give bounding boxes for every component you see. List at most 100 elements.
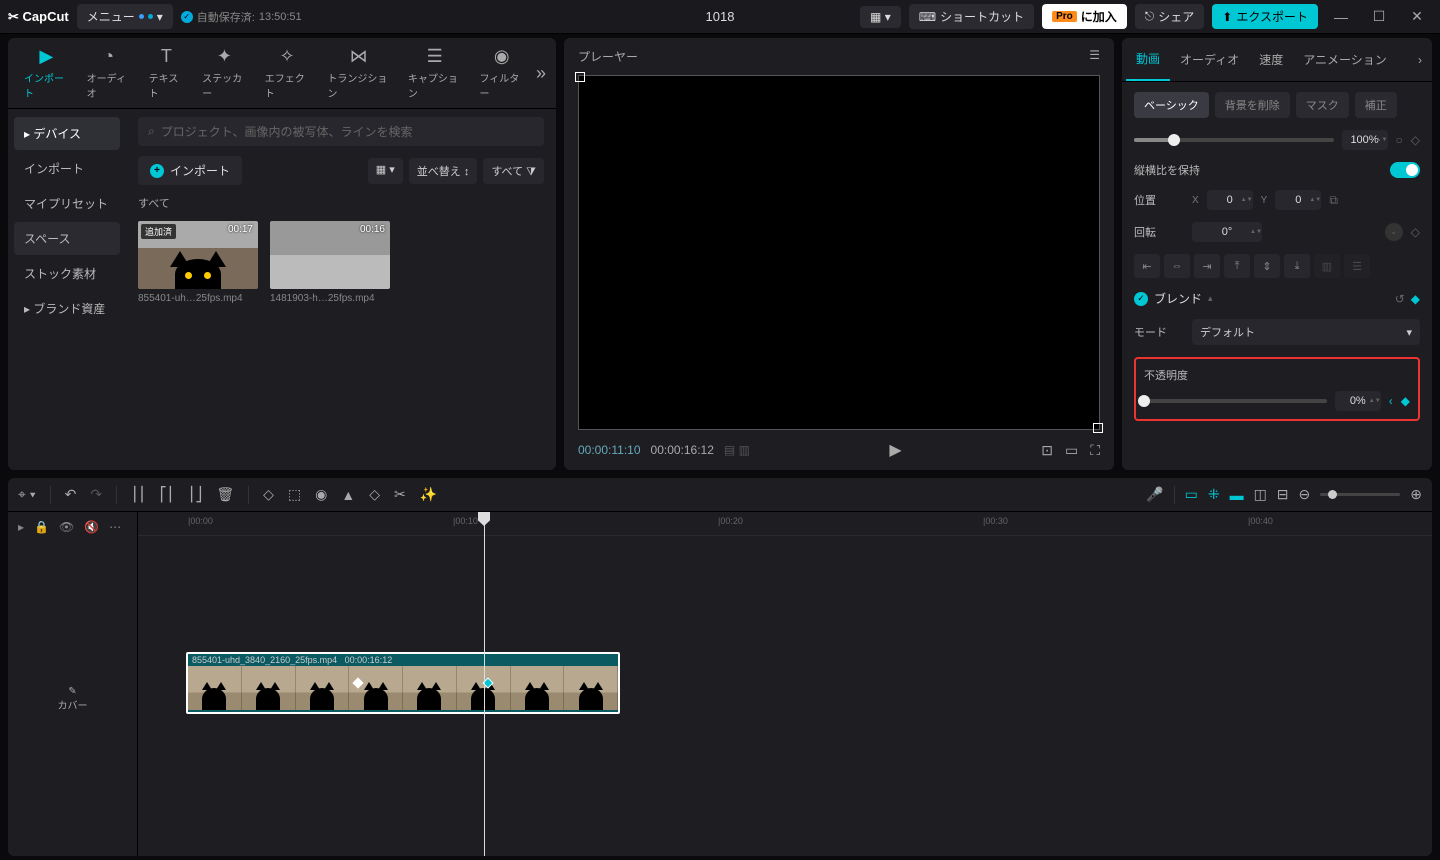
voiceover-icon[interactable]: ▲ — [341, 487, 355, 503]
sidebar-item-import[interactable]: インポート — [14, 152, 120, 185]
tab-speed[interactable]: 速度 — [1249, 39, 1293, 80]
timeline-tracks[interactable]: |00:00 |00:10 |00:20 |00:30 |00:40 85540… — [138, 512, 1432, 856]
tab-audio[interactable]: ◔オーディオ — [81, 44, 137, 102]
align-top-icon[interactable]: ⤒ — [1224, 254, 1250, 278]
track-toggle-icon[interactable]: ▸ — [18, 520, 24, 534]
cursor-tool-icon[interactable]: ⌖ ▾ — [18, 486, 36, 503]
view-split-icon[interactable]: ▤ ▥ — [724, 443, 750, 457]
export-button[interactable]: ⬆ エクスポート — [1212, 4, 1318, 29]
scale-input[interactable]: 100%▲▼ — [1342, 130, 1388, 150]
reset-icon[interactable]: ○ — [1396, 133, 1403, 147]
tab-animation[interactable]: アニメーション — [1293, 39, 1397, 80]
filter-all-button[interactable]: すべて ⧩ — [483, 158, 544, 184]
tab-caption[interactable]: ☰キャプション — [402, 44, 468, 102]
subtab-basic[interactable]: ベーシック — [1134, 92, 1209, 118]
tab-transition[interactable]: ⋈トランジション — [321, 44, 396, 102]
subtab-removebg[interactable]: 背景を削除 — [1215, 92, 1290, 118]
timeline-ruler[interactable]: |00:00 |00:10 |00:20 |00:30 |00:40 — [138, 512, 1432, 536]
keyframe-icon[interactable]: ◆ — [1411, 292, 1420, 306]
tab-filter[interactable]: ◉フィルター — [473, 44, 529, 102]
tab-audio[interactable]: オーディオ — [1170, 39, 1249, 80]
sort-button[interactable]: 並べ替え ↕ — [409, 158, 478, 184]
sidebar-item-brand[interactable]: ▸ ブランド資産 — [14, 292, 120, 325]
record-icon[interactable]: ◉ — [315, 486, 327, 503]
minimize-icon[interactable]: — — [1326, 9, 1356, 25]
search-input[interactable]: ⌕ プロジェクト、画像内の被写体、ラインを検索 — [138, 117, 544, 146]
media-thumb[interactable]: 追加済 00:17 855401-uh…25fps.mp4 — [138, 221, 258, 304]
subtab-correct[interactable]: 補正 — [1355, 92, 1397, 118]
sidebar-item-device[interactable]: ▸ デバイス — [14, 117, 120, 150]
safe-zone-icon[interactable]: ⊡ — [1041, 442, 1053, 459]
position-y-input[interactable]: 0▲▼ — [1275, 190, 1321, 210]
ratio-icon[interactable]: ▭ — [1065, 442, 1078, 459]
tab-effect[interactable]: ✧エフェクト — [259, 44, 316, 102]
redo-icon[interactable]: ↷ — [90, 486, 102, 503]
sidebar-item-space[interactable]: スペース — [14, 222, 120, 255]
share-button[interactable]: ⎋ シェア — [1135, 4, 1205, 29]
check-icon[interactable]: ✓ — [1134, 292, 1148, 306]
align-hcenter-icon[interactable]: ⇔ — [1164, 254, 1190, 278]
props-more-icon[interactable]: › — [1412, 53, 1428, 67]
rotation-input[interactable]: 0°▲▼ — [1192, 222, 1262, 242]
lock-icon[interactable]: 🔒 — [34, 520, 49, 534]
track-more-icon[interactable]: ⋯ — [109, 520, 121, 534]
marker-icon[interactable]: ◇ — [263, 486, 274, 503]
tab-video[interactable]: 動画 — [1126, 38, 1170, 81]
opacity-input[interactable]: 0%▲▼ — [1335, 391, 1381, 411]
eye-icon[interactable]: 👁 — [59, 520, 74, 534]
aspect-toggle[interactable] — [1390, 162, 1420, 178]
blend-mode-select[interactable]: デフォルト▾ — [1192, 319, 1420, 345]
playhead[interactable] — [484, 512, 485, 856]
opacity-slider[interactable] — [1144, 399, 1327, 403]
align-right-icon[interactable]: ⇥ — [1194, 254, 1220, 278]
player-canvas[interactable] — [578, 75, 1100, 430]
collapse-icon[interactable]: ⊟ — [1277, 486, 1289, 503]
pro-join-button[interactable]: Proに加入 — [1042, 4, 1127, 29]
reset-icon[interactable]: ↺ — [1395, 292, 1405, 306]
align-bottom-icon[interactable]: ⤓ — [1284, 254, 1310, 278]
undo-icon[interactable]: ↶ — [65, 486, 77, 503]
trim-left-icon[interactable]: ⎡⎮ — [160, 486, 174, 503]
media-thumb[interactable]: 00:16 1481903-h…25fps.mp4 — [270, 221, 390, 304]
snap-icon[interactable]: ▭ — [1185, 486, 1198, 503]
keyframe-icon[interactable]: ◇ — [1411, 225, 1420, 239]
crop-icon[interactable]: ✂ — [394, 486, 406, 503]
zoom-slider[interactable] — [1320, 493, 1400, 496]
prev-keyframe-icon[interactable]: ‹ — [1389, 394, 1393, 408]
trim-right-icon[interactable]: ⎮⎦ — [188, 486, 202, 503]
sidebar-item-stock[interactable]: ストック素材 — [14, 257, 120, 290]
align-vcenter-icon[interactable]: ⇕ — [1254, 254, 1280, 278]
position-x-input[interactable]: 0▲▼ — [1207, 190, 1253, 210]
sidebar-item-mypreset[interactable]: マイプリセット — [14, 187, 120, 220]
crop-select-icon[interactable]: ⬚ — [288, 486, 301, 503]
tab-text[interactable]: Tテキスト — [143, 44, 190, 102]
magnet-icon[interactable]: ⁜ — [1208, 486, 1220, 503]
subtab-mask[interactable]: マスク — [1296, 92, 1349, 118]
keyframe-icon[interactable]: ◆ — [1401, 394, 1410, 408]
timeline-clip[interactable]: 855401-uhd_3840_2160_25fps.mp4 00:00:16:… — [186, 652, 620, 714]
import-button[interactable]: +インポート — [138, 156, 242, 185]
shortcut-button[interactable]: ⌨ ショートカット — [909, 4, 1034, 29]
zoom-out-icon[interactable]: ⊖ — [1299, 486, 1311, 503]
zoom-in-icon[interactable]: ⊕ — [1410, 486, 1422, 503]
align-left-icon[interactable]: ⇤ — [1134, 254, 1160, 278]
keyframe-icon[interactable]: ◇ — [1411, 133, 1420, 147]
link-track-icon[interactable]: ▬ — [1230, 487, 1244, 503]
mic-icon[interactable]: 🎤 — [1146, 486, 1163, 503]
tab-import[interactable]: ▶インポート — [18, 44, 75, 102]
tab-sticker[interactable]: ✦ステッカー — [196, 44, 253, 102]
view-grid-button[interactable]: ▦ ▾ — [368, 158, 403, 184]
cover-button[interactable]: ✎ カバー — [8, 682, 137, 716]
ai-icon[interactable]: ✨ — [420, 486, 437, 503]
link-icon[interactable]: ⧉ — [1329, 193, 1338, 208]
rotation-dial-icon[interactable]: - — [1385, 223, 1403, 241]
fullscreen-icon[interactable]: ⛶ — [1090, 442, 1100, 459]
play-button[interactable]: ▶ — [889, 440, 901, 460]
menu-button[interactable]: メニュー ▾ — [77, 4, 173, 29]
maximize-icon[interactable]: ☐ — [1364, 8, 1394, 25]
distribute-h-icon[interactable]: ▥ — [1314, 254, 1340, 278]
reverse-icon[interactable]: ◇ — [369, 486, 380, 503]
player-menu-icon[interactable]: ☰ — [1089, 48, 1100, 65]
preview-icon[interactable]: ◫ — [1254, 486, 1267, 503]
close-icon[interactable]: ✕ — [1402, 8, 1432, 25]
